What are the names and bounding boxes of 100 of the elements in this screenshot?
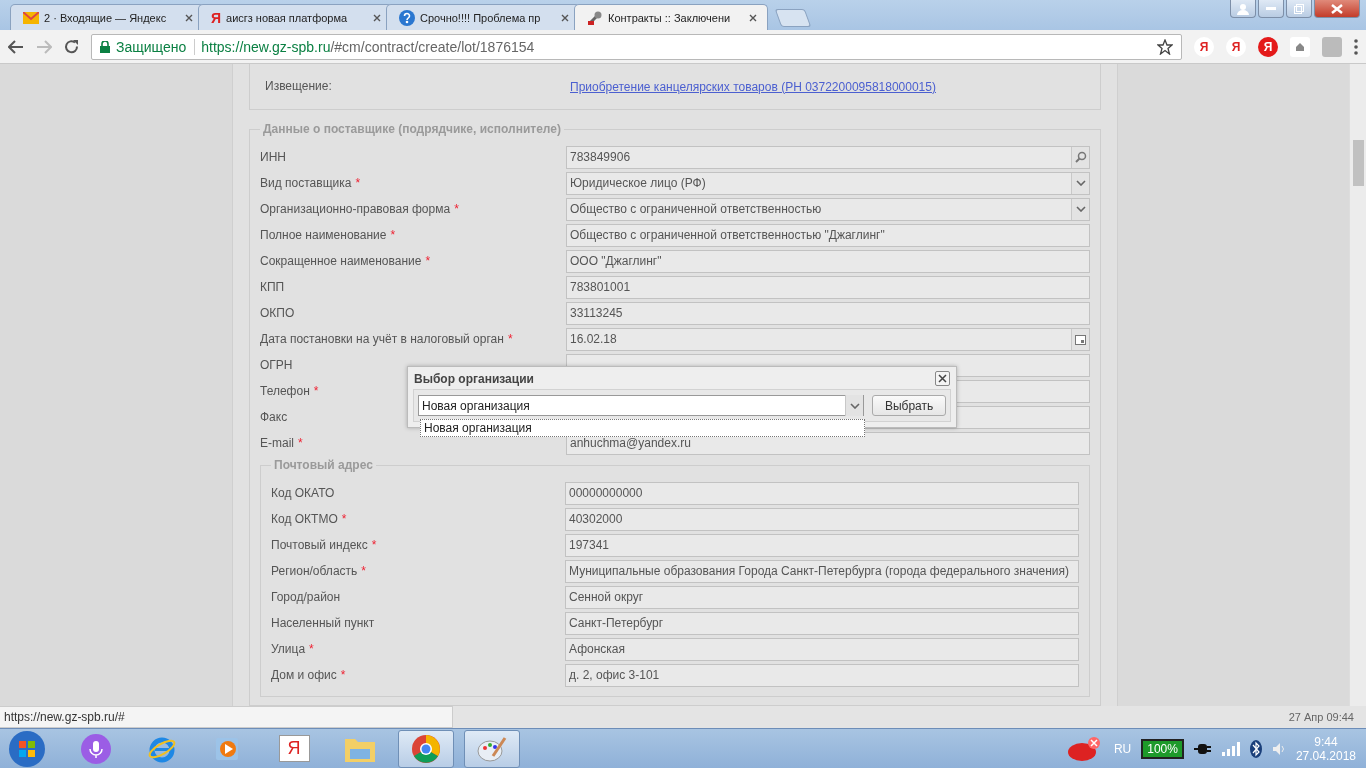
yandex-extension-icon[interactable]: Я xyxy=(1258,36,1278,57)
organization-select[interactable]: Новая организация xyxy=(418,395,865,416)
dropdown-button[interactable] xyxy=(1071,198,1089,220)
caret-icon xyxy=(849,402,860,409)
input-field[interactable]: Афонская xyxy=(565,637,1079,661)
close-icon[interactable] xyxy=(185,13,193,22)
profile-button[interactable] xyxy=(1230,0,1256,18)
date-field[interactable]: 16.02.18 xyxy=(566,327,1090,351)
input-field[interactable]: ООО "Джаглинг" xyxy=(566,249,1090,273)
section-legend: Почтовый адрес xyxy=(271,458,376,472)
star-icon[interactable] xyxy=(1157,38,1173,55)
field-label: Извещение: xyxy=(265,78,332,93)
input-field[interactable]: 00000000000 xyxy=(565,481,1079,505)
yandex-extension-icon[interactable]: Я xyxy=(1226,36,1246,57)
yandex-extension-icon[interactable]: Я xyxy=(1194,36,1214,57)
close-icon[interactable] xyxy=(749,13,757,22)
tools-icon xyxy=(587,9,603,26)
section-legend: Данные о поставщике (подрядчике, исполнителе) xyxy=(260,122,564,136)
field-label: Вид поставщика * xyxy=(260,176,361,190)
field-label: Город/район xyxy=(271,590,341,604)
field-label: Населенный пункт xyxy=(271,616,375,630)
field-label: КПП xyxy=(260,280,285,294)
field-label: ОКПО xyxy=(260,306,295,320)
close-button[interactable] xyxy=(935,371,950,386)
field-label: Полное наименование * xyxy=(260,228,396,242)
chrome-icon xyxy=(411,733,441,764)
yandex-logo: Я xyxy=(278,735,310,762)
close-button[interactable] xyxy=(1314,0,1360,18)
dialog-title: Выбор организации xyxy=(414,372,534,386)
taskbar-app[interactable] xyxy=(464,729,520,768)
dropdown-button[interactable] xyxy=(845,395,864,416)
select-button[interactable]: Выбрать xyxy=(872,395,946,416)
yandex-logo: Я xyxy=(211,9,222,26)
notice-link[interactable]: Приобретение канцелярских товаров (РН 0372200095818000015) xyxy=(570,79,936,94)
help-icon xyxy=(399,9,415,26)
timestamp: 27 Апр 09:44 xyxy=(1288,711,1354,723)
input-field[interactable]: Санкт-Петербург xyxy=(565,611,1079,635)
close-icon[interactable] xyxy=(373,13,381,22)
input-field[interactable]: Общество с ограниченной ответственностью "Джаглинг" xyxy=(566,223,1090,247)
home-extension-icon[interactable] xyxy=(1290,36,1310,57)
back-icon[interactable] xyxy=(8,39,24,54)
dropdown-button[interactable] xyxy=(1071,172,1089,194)
scrollbar[interactable] xyxy=(1349,64,1366,706)
select-field[interactable]: Юридическое лицо (РФ) xyxy=(566,171,1090,195)
minimize-icon xyxy=(1266,7,1276,10)
taskbar-app[interactable]: Я xyxy=(266,729,322,768)
select-field[interactable]: Общество с ограниченной ответственностью xyxy=(566,197,1090,221)
taskbar-app[interactable] xyxy=(398,729,454,768)
field-label: Код ОКТМО * xyxy=(271,512,347,526)
bluetooth-icon[interactable] xyxy=(1249,739,1262,758)
calendar-button[interactable] xyxy=(1071,328,1089,350)
browser-tab[interactable]: Контракты :: Заключени xyxy=(574,4,768,30)
field-label: Телефон * xyxy=(260,384,319,398)
field-label: Улица * xyxy=(271,642,314,656)
input-field[interactable]: 197341 xyxy=(565,533,1079,557)
battery-indicator[interactable]: 100% xyxy=(1141,738,1184,759)
input-field[interactable]: Муниципальные образования Города Санкт-Петербурга (города федерального значения) xyxy=(565,559,1079,583)
field-label: Почтовый индекс * xyxy=(271,538,377,552)
calendar-icon xyxy=(1075,333,1086,345)
home-icon xyxy=(1295,41,1305,52)
address-bar[interactable]: Защищено https://new.gz-spb.ru/#cm/contract/create/lot/1876154 xyxy=(91,33,1182,60)
input-field[interactable]: 33113245 xyxy=(566,301,1090,325)
field-label: Дата постановки на учёт в налоговый орган * xyxy=(260,332,513,346)
reload-icon[interactable] xyxy=(64,39,79,54)
menu-icon[interactable] xyxy=(1354,38,1358,55)
dropdown-option[interactable]: Новая организация xyxy=(421,420,864,436)
signal-icon[interactable] xyxy=(1221,741,1240,756)
close-icon xyxy=(1331,3,1343,14)
search-button[interactable] xyxy=(1071,146,1089,168)
power-plug-icon[interactable] xyxy=(1193,741,1212,756)
field-label: Сокращенное наименование * xyxy=(260,254,431,268)
person-icon xyxy=(1237,2,1249,15)
new-tab-button[interactable] xyxy=(774,9,812,27)
field-label: Факс xyxy=(260,410,288,424)
input-field[interactable]: 783801001 xyxy=(566,275,1090,299)
caret-icon xyxy=(1075,206,1086,212)
minimize-button[interactable] xyxy=(1258,0,1284,18)
restore-icon xyxy=(1294,3,1304,14)
restore-button[interactable] xyxy=(1286,0,1312,18)
field-label: ИНН xyxy=(260,150,286,164)
input-field[interactable]: 40302000 xyxy=(565,507,1079,531)
speaker-icon[interactable] xyxy=(1271,741,1286,756)
field-label: Регион/область * xyxy=(271,564,366,578)
forward-icon[interactable] xyxy=(36,39,52,54)
envelope-icon xyxy=(23,11,39,24)
search-icon xyxy=(1074,151,1087,163)
input-field[interactable]: Сенной округ xyxy=(565,585,1079,609)
input-field[interactable]: 783849906 xyxy=(566,145,1090,169)
close-icon xyxy=(938,374,947,383)
field-label: Организационно-правовая форма * xyxy=(260,202,459,216)
start-button[interactable] xyxy=(8,729,46,768)
close-icon[interactable] xyxy=(561,13,569,22)
input-field[interactable]: д. 2, офис 3-101 xyxy=(565,663,1079,687)
status-url: https://new.gz-spb.ru/# xyxy=(0,706,453,728)
extension-icon[interactable] xyxy=(1322,36,1342,57)
field-label: Дом и офис * xyxy=(271,668,346,682)
caret-icon xyxy=(1075,180,1086,186)
lock-icon xyxy=(100,40,110,53)
field-label: E-mail * xyxy=(260,436,303,450)
microphone-icon xyxy=(81,733,111,764)
